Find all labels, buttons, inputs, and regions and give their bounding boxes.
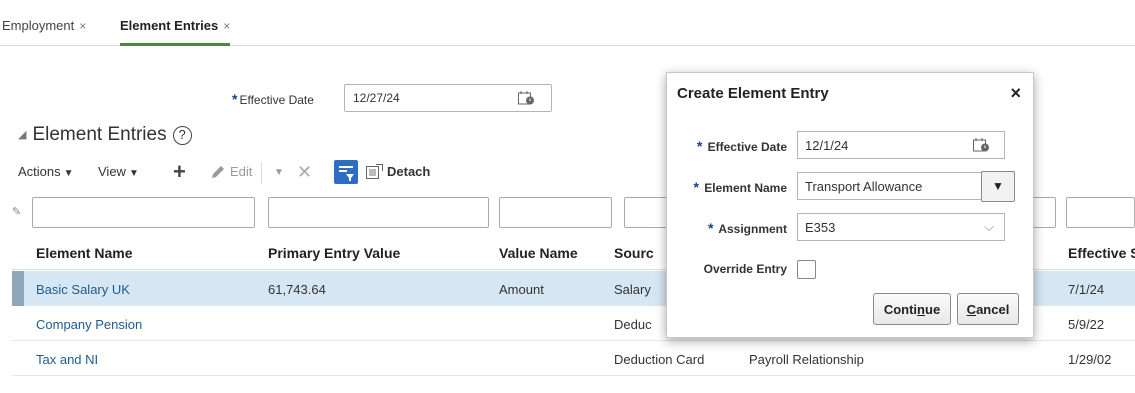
- dialog-element-name-value: Transport Allowance: [805, 179, 923, 194]
- dialog-effective-date-label: * Effective Date: [697, 138, 787, 154]
- edit-dropdown-icon[interactable]: ▼: [274, 167, 284, 178]
- effective-start: 7/1/24: [1068, 282, 1105, 297]
- effective-start: 5/9/22: [1068, 317, 1105, 332]
- pencil-icon: [212, 166, 224, 178]
- create-element-entry-dialog: Create Element Entry × * Effective Date …: [666, 72, 1034, 338]
- element-name-select-button[interactable]: ▼: [981, 171, 1015, 202]
- dialog-effective-date-input[interactable]: 12/1/24: [797, 131, 1005, 159]
- cancel-label-part: ancel: [976, 302, 1010, 317]
- filter-element-name-input[interactable]: [32, 197, 255, 228]
- column-header-effective-start[interactable]: Effective S: [1068, 245, 1135, 261]
- continue-mnemonic: n: [917, 302, 925, 317]
- dialog-assignment-label: * Assignment: [708, 220, 787, 236]
- dialog-title: Create Element Entry: [677, 85, 829, 102]
- column-header-source[interactable]: Sourc: [614, 245, 654, 261]
- element-name-link[interactable]: Basic Salary UK: [36, 282, 130, 297]
- dialog-element-name-label: * Element Name: [694, 179, 788, 195]
- delete-icon[interactable]: ✕: [297, 162, 312, 182]
- section-title: Element Entries: [32, 124, 167, 145]
- tab-element-entries[interactable]: Element Entries ×: [120, 18, 231, 46]
- tab-element-entries-label: Element Entries: [120, 18, 219, 33]
- edit-button[interactable]: Edit: [230, 164, 252, 179]
- required-marker: *: [707, 220, 714, 236]
- column-header-primary-entry-value[interactable]: Primary Entry Value: [268, 245, 400, 261]
- tab-employment[interactable]: Employment ×: [2, 18, 86, 46]
- continue-label-part: ue: [925, 302, 941, 317]
- element-name-link[interactable]: Tax and NI: [36, 352, 98, 367]
- filter-effective-input[interactable]: [1066, 197, 1135, 228]
- source: Deduc: [614, 317, 652, 332]
- add-icon[interactable]: +: [173, 161, 186, 183]
- effective-date-value: 12/27/24: [353, 91, 400, 105]
- calendar-icon[interactable]: [973, 138, 990, 152]
- continue-label-part: Conti: [883, 302, 918, 317]
- effective-date-input[interactable]: 12/27/24: [344, 84, 552, 112]
- effective-date-label-text: Effective Date: [239, 93, 314, 107]
- dialog-element-name-label-text: Element Name: [704, 181, 787, 195]
- detach-icon[interactable]: [366, 164, 383, 180]
- view-menu[interactable]: View ▼: [98, 164, 139, 179]
- required-marker: *: [693, 179, 699, 195]
- table-row[interactable]: Tax and NI Deduction Card Payroll Relati…: [12, 341, 1135, 376]
- tab-bar: Employment × Element Entries ×: [0, 8, 1135, 46]
- dialog-override-entry-label: Override Entry: [703, 262, 787, 276]
- close-icon[interactable]: ×: [1010, 83, 1021, 104]
- override-entry-checkbox[interactable]: [797, 260, 816, 279]
- chevron-down-icon[interactable]: ⌵: [984, 219, 994, 235]
- element-name-link[interactable]: Company Pension: [36, 317, 142, 332]
- continue-button[interactable]: Continue: [873, 293, 951, 325]
- column-header-element-name[interactable]: Element Name: [36, 245, 132, 261]
- dialog-assignment-select[interactable]: E353 ⌵: [797, 213, 1005, 241]
- tab-employment-close-icon[interactable]: ×: [79, 19, 86, 33]
- filter-primary-value-input[interactable]: [268, 197, 489, 228]
- source: Salary: [614, 282, 651, 297]
- dialog-effective-date-label-text: Effective Date: [707, 140, 787, 154]
- table-toolbar: Actions ▼ View ▼ + Edit ▼ ✕ Detach: [18, 160, 498, 186]
- dialog-element-name-input[interactable]: Transport Allowance: [797, 172, 982, 200]
- chevron-down-icon: ▼: [128, 168, 139, 179]
- actions-menu-label: Actions: [18, 164, 61, 179]
- toolbar-divider: [261, 162, 262, 184]
- dialog-assignment-label-text: Assignment: [718, 222, 787, 236]
- calendar-icon[interactable]: [518, 91, 535, 105]
- dialog-effective-date-value: 12/1/24: [805, 138, 849, 153]
- filter-relationship-input[interactable]: [1032, 197, 1056, 228]
- query-by-example-icon[interactable]: [334, 160, 358, 184]
- cancel-mnemonic: C: [966, 302, 977, 317]
- required-marker: *: [696, 138, 703, 154]
- column-header-value-name[interactable]: Value Name: [499, 245, 578, 261]
- source: Deduction Card: [614, 352, 705, 367]
- effective-start: 1/29/02: [1068, 352, 1112, 367]
- relationship: Payroll Relationship: [749, 352, 864, 367]
- tab-employment-label: Employment: [2, 18, 75, 33]
- required-marker: *: [232, 91, 238, 107]
- help-icon[interactable]: ?: [172, 126, 192, 145]
- qbe-clear-icon[interactable]: ✎: [12, 205, 22, 219]
- row-selection-bar: [12, 271, 24, 306]
- dialog-assignment-value: E353: [805, 220, 836, 235]
- section-header[interactable]: ◢ Element Entries?: [18, 124, 192, 146]
- view-menu-label: View: [98, 164, 126, 179]
- primary-entry-value: 61,743.64: [268, 282, 326, 297]
- effective-date-row: * Effective Date 12/27/24: [0, 84, 560, 114]
- actions-menu[interactable]: Actions ▼: [18, 164, 74, 179]
- collapse-triangle-icon[interactable]: ◢: [18, 129, 26, 141]
- chevron-down-icon: ▼: [63, 168, 74, 179]
- filter-value-name-input[interactable]: [499, 197, 612, 228]
- effective-date-label: * Effective Date: [232, 91, 314, 107]
- value-name: Amount: [499, 282, 544, 297]
- detach-button[interactable]: Detach: [387, 164, 430, 179]
- cancel-button[interactable]: Cancel: [957, 293, 1019, 325]
- tab-element-entries-close-icon[interactable]: ×: [223, 19, 230, 33]
